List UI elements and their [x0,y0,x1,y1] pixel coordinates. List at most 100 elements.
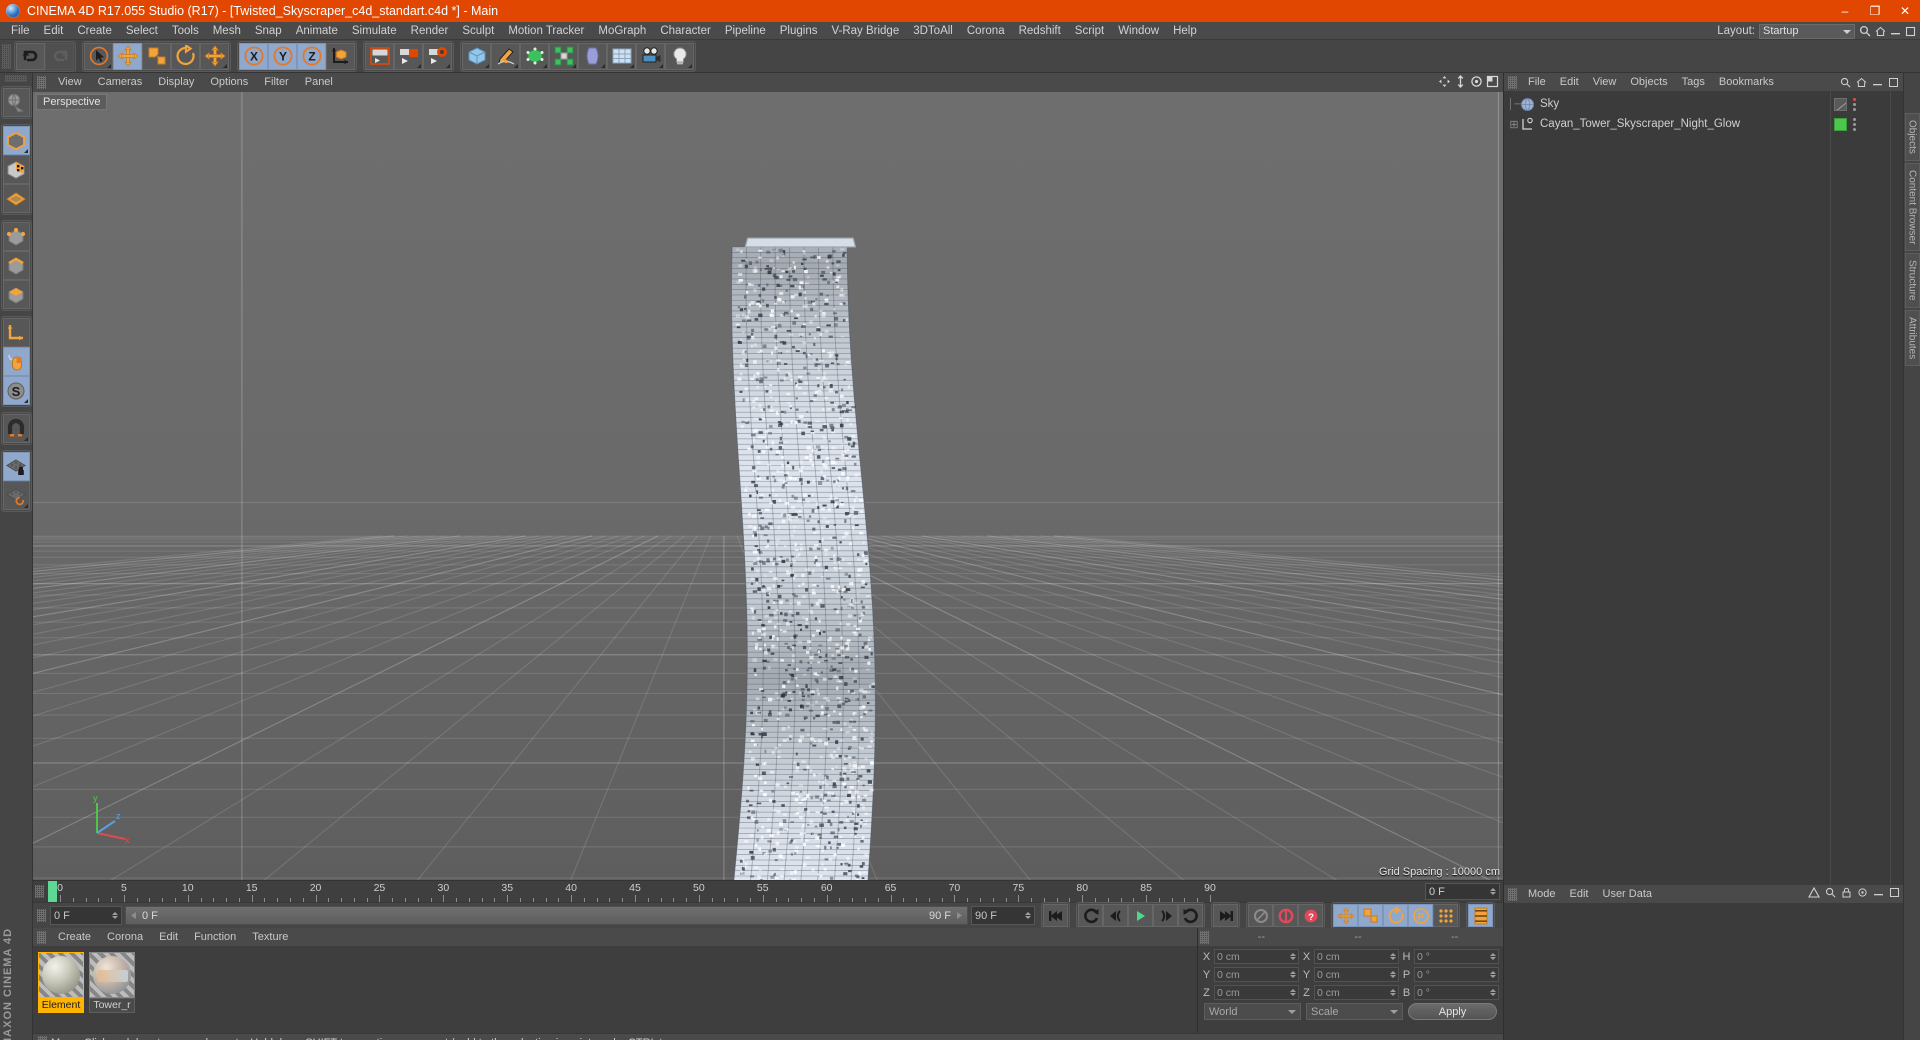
spline-pen-button[interactable] [491,43,520,70]
viewport-menu-item-panel[interactable]: Panel [297,73,341,92]
menu-item-select[interactable]: Select [119,22,165,40]
menu-item-v-ray-bridge[interactable]: V-Ray Bridge [824,22,906,40]
deformer-bend-button[interactable] [578,43,607,70]
menu-item-simulate[interactable]: Simulate [345,22,404,40]
object-menu-item-objects[interactable]: Objects [1623,73,1674,91]
menu-item-snap[interactable]: Snap [248,22,289,40]
material-menu-item-texture[interactable]: Texture [244,928,296,946]
menu-item-render[interactable]: Render [404,22,456,40]
coordinate-system-dropdown[interactable]: World [1204,1003,1301,1020]
planar-workplane-button[interactable] [3,481,30,510]
nurbs-generator-button[interactable] [520,43,549,70]
step-forward-button[interactable] [1153,904,1178,927]
menu-item-mesh[interactable]: Mesh [206,22,248,40]
material-preview-icon[interactable] [38,952,84,998]
timeline-frame-field[interactable]: 0 F [1425,883,1500,900]
coord-field-size-x[interactable]: 0 cm [1314,949,1399,964]
material-grip[interactable] [37,931,46,944]
render-region-button[interactable] [394,43,423,70]
x-axis-lock-button[interactable]: X [239,43,268,70]
coord-spinner[interactable] [1290,989,1296,996]
viewport-solo-button[interactable] [3,347,30,376]
menu-item-sculpt[interactable]: Sculpt [455,22,501,40]
attribute-restore-icon[interactable] [1889,887,1900,898]
menu-item-create[interactable]: Create [70,22,119,40]
viewport-menu-item-view[interactable]: View [50,73,90,92]
object-menu-item-view[interactable]: View [1586,73,1624,91]
toolbar-grip[interactable] [2,44,11,69]
magnet-tool-button[interactable] [3,414,30,443]
menu-item-redshift[interactable]: Redshift [1012,22,1068,40]
move-tool[interactable] [113,43,142,70]
record-active-objects-button[interactable] [1273,904,1298,927]
material-item[interactable]: Element [38,952,84,1027]
coord-field-position-x[interactable]: 0 cm [1214,949,1299,964]
menu-item-pipeline[interactable]: Pipeline [718,22,773,40]
menu-item-3dtoall[interactable]: 3DToAll [906,22,960,40]
viewport-menu-item-options[interactable]: Options [202,73,256,92]
expand-toggle-icon[interactable]: ⊞ [1508,118,1520,131]
coordinate-mode-dropdown[interactable]: Scale [1306,1003,1403,1020]
undo-button[interactable] [16,43,45,70]
material-item[interactable]: Tower_r [89,952,135,1027]
keyframe-selection-button[interactable]: ? [1298,904,1323,927]
object-menu-item-edit[interactable]: Edit [1553,73,1586,91]
object-row[interactable]: │─ Sky [1504,94,1830,114]
sky-visibility-dots-icon[interactable] [1853,98,1856,111]
texture-mode-button[interactable] [3,155,30,184]
viewport-menu-item-cameras[interactable]: Cameras [90,73,151,92]
attribute-menu-item-edit[interactable]: Edit [1563,885,1596,903]
coord-field-size-y[interactable]: 0 cm [1314,967,1399,982]
coord-field-position-y[interactable]: 0 cm [1214,967,1299,982]
attribute-menu-item-mode[interactable]: Mode [1521,885,1563,903]
coord-spinner[interactable] [1290,953,1296,960]
timeline-ruler[interactable]: 0 5 10 15 20 25 30 35 40 45 50 55 60 65 70 75 80 85 90 [48,881,1421,902]
current-frame-field[interactable]: 0 F [50,906,122,925]
vertical-tab-structure[interactable]: Structure [1905,253,1920,308]
timeline-frame-spinner[interactable] [1490,888,1496,895]
autokey-button[interactable] [1248,904,1273,927]
close-button[interactable]: ✕ [1890,0,1920,22]
object-menu-item-tags[interactable]: Tags [1675,73,1712,91]
object-search-icon[interactable] [1840,77,1851,88]
enable-axis-button[interactable] [3,318,30,347]
viewport-3d[interactable]: Perspective Grid Spacing : 10000 cm y x … [33,92,1503,880]
coord-field-rotation-b[interactable]: 0 ° [1414,985,1499,1000]
menu-item-plugins[interactable]: Plugins [773,22,825,40]
attribute-menu-item-user-data[interactable]: User Data [1596,885,1660,903]
material-menu-item-create[interactable]: Create [50,928,99,946]
attribute-grip[interactable] [1508,888,1517,901]
search-icon[interactable] [1859,25,1871,37]
record-rotation-button[interactable] [1383,904,1408,927]
object-menu-item-bookmarks[interactable]: Bookmarks [1712,73,1781,91]
live-selection-tool[interactable] [84,43,113,70]
step-back-button[interactable] [1103,904,1128,927]
coord-spinner[interactable] [1290,971,1296,978]
camera-button[interactable] [636,43,665,70]
object-tree[interactable]: │─ Sky ⊞ Cayan_Tower_Skyscraper_Night_Glow [1504,91,1830,885]
rotate-tool[interactable] [171,43,200,70]
minimize-panel-icon[interactable] [1890,26,1901,37]
material-preview-icon[interactable] [89,952,135,998]
menu-item-help[interactable]: Help [1166,22,1204,40]
coord-spinner[interactable] [1390,971,1396,978]
render-settings-button[interactable] [423,43,452,70]
coord-spinner[interactable] [1490,953,1496,960]
coord-field-rotation-p[interactable]: 0 ° [1414,967,1499,982]
skyscraper-model[interactable] [33,92,1503,880]
attribute-settings-icon[interactable] [1857,887,1868,898]
tower-material-tag-icon[interactable] [1834,118,1847,131]
scrub-left-arrow-icon[interactable] [129,911,138,920]
play-button[interactable] [1128,904,1153,927]
y-axis-lock-button[interactable]: Y [268,43,297,70]
object-menu-item-file[interactable]: File [1521,73,1553,91]
timeline-scrub-track[interactable]: 0 F 90 F [125,906,968,925]
object-tags-row[interactable] [1831,94,1890,114]
coord-field-position-z[interactable]: 0 cm [1214,985,1299,1000]
render-view-button[interactable] [365,43,394,70]
current-frame-spinner[interactable] [112,912,118,919]
object-home-icon[interactable] [1856,77,1867,88]
next-key-button[interactable] [1178,904,1203,927]
attribute-minimize-icon[interactable] [1873,887,1884,898]
scale-tool[interactable] [142,43,171,70]
